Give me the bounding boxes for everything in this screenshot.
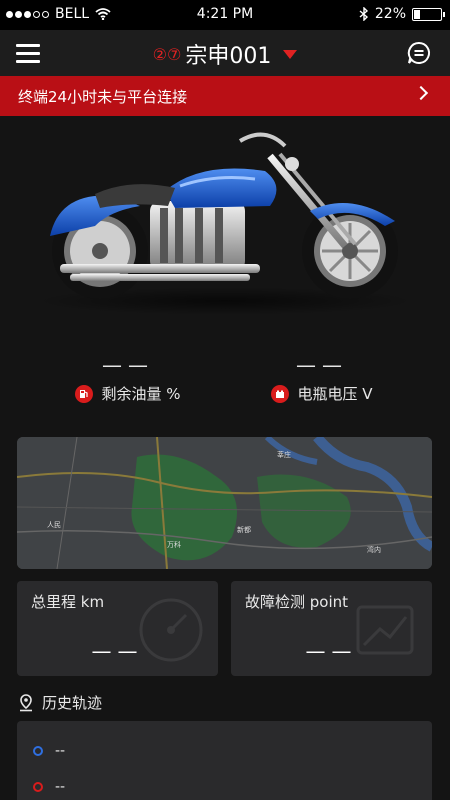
voltage-value: —— <box>296 353 348 377</box>
status-bar: BELL 4:21 PM 22% <box>0 0 450 30</box>
map-label: 万科 <box>167 540 181 549</box>
map-label: 湾内 <box>367 545 381 554</box>
alert-text: 终端24小时未与平台连接 <box>18 87 188 106</box>
fault-value: —— <box>305 639 358 663</box>
battery-icon <box>271 384 290 403</box>
fault-detection-card[interactable]: 故障检测 point —— <box>231 581 432 676</box>
nav-bar: ②⑦ 宗申001 <box>0 30 450 76</box>
chevron-right-icon <box>413 85 429 101</box>
bluetooth-icon <box>359 7 368 21</box>
vehicle-badge: ②⑦ <box>152 44 182 64</box>
voltage-label: 电瓶电压 V <box>297 385 373 403</box>
caret-down-icon <box>283 49 298 59</box>
motorcycle-image <box>35 132 415 315</box>
history-track-header[interactable]: 历史轨迹 <box>18 692 102 713</box>
voltage-label-row: 电瓶电压 V <box>222 383 422 404</box>
voltage-stat: —— 电瓶电压 V <box>222 355 422 404</box>
fuel-value: —— <box>102 353 154 377</box>
map-label: 莘庄 <box>277 450 291 459</box>
battery-icon <box>412 7 445 21</box>
fuel-stat: —— 剩余油量 % <box>28 355 228 404</box>
message-icon[interactable] <box>406 40 432 66</box>
connection-alert-banner[interactable]: 终端24小时未与平台连接 <box>0 76 450 116</box>
map-view[interactable]: 人民 莘庄 新都 万科 湾内 <box>17 437 432 569</box>
mileage-title: 总里程 km <box>31 593 105 611</box>
location-pin-icon <box>20 693 32 711</box>
map-label: 新都 <box>237 525 251 534</box>
map-label: 人民 <box>47 521 61 529</box>
track-start: -- <box>33 743 65 759</box>
track-end: -- <box>33 779 65 795</box>
mileage-card[interactable]: 总里程 km —— <box>17 581 218 676</box>
fuel-label: 剩余油量 % <box>101 385 181 403</box>
vehicle-selector[interactable]: ②⑦ 宗申001 <box>0 38 450 70</box>
status-right: 22% <box>359 6 445 22</box>
history-title: 历史轨迹 <box>42 694 103 712</box>
start-point-icon <box>33 746 43 756</box>
track-end-text: -- <box>55 779 66 795</box>
history-track-card[interactable]: -- -- <box>17 721 432 800</box>
battery-percent: 22% <box>374 6 406 22</box>
fuel-icon <box>75 384 94 403</box>
end-point-icon <box>33 782 43 792</box>
mileage-value: —— <box>91 639 144 663</box>
vehicle-stats: —— 剩余油量 % —— 电瓶电压 V <box>0 355 450 405</box>
vehicle-name: 宗申001 <box>185 44 272 69</box>
fault-title: 故障检测 point <box>245 593 349 611</box>
fuel-label-row: 剩余油量 % <box>28 383 228 404</box>
track-start-text: -- <box>55 743 66 759</box>
